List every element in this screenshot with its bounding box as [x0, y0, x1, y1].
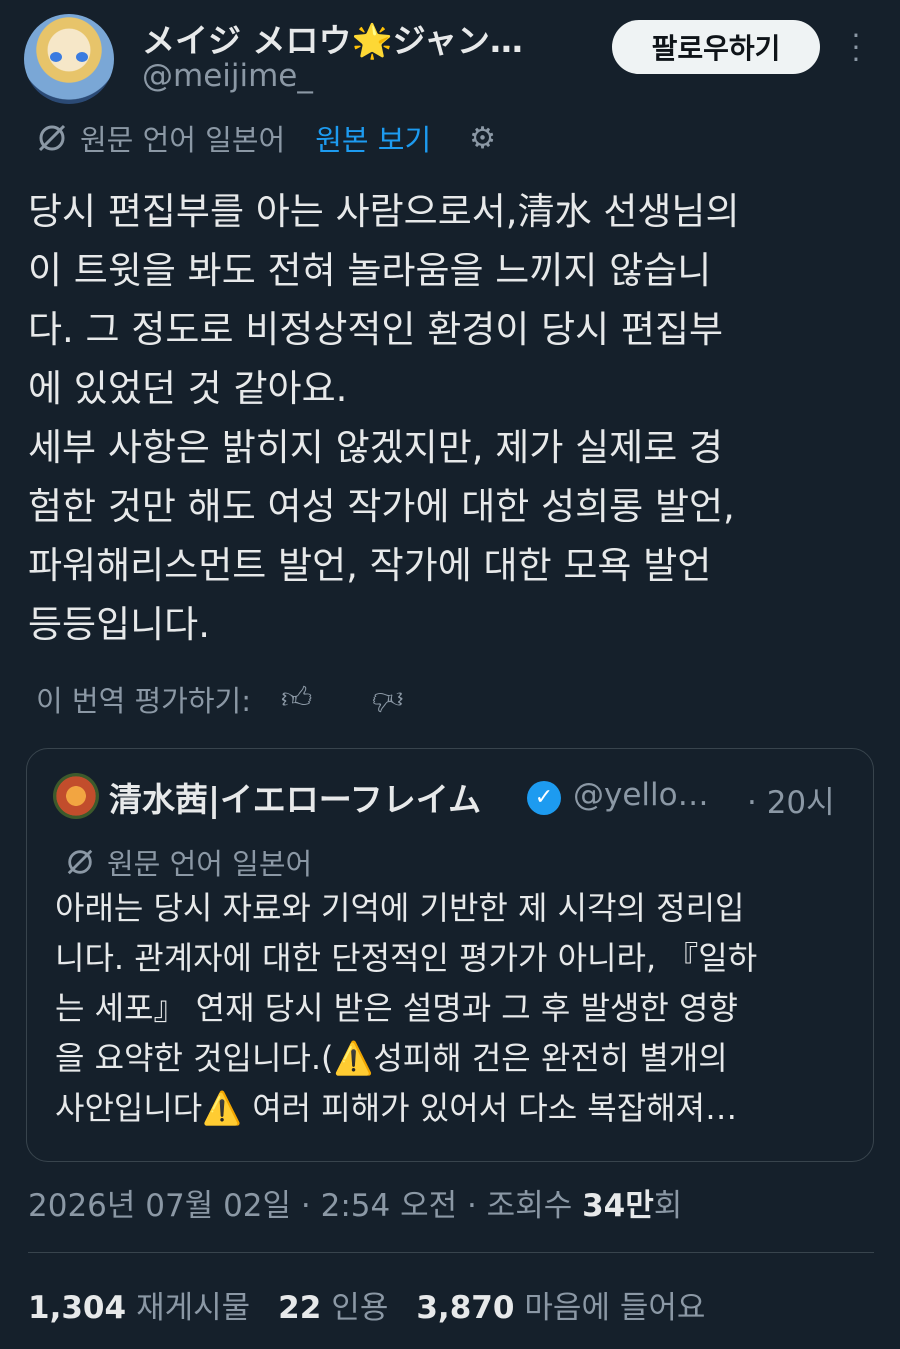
tweet-text: 당시 편집부를 아는 사람으로서,清水 선생님의 이 트윗을 봐도 전혀 놀라움…	[28, 190, 740, 646]
quote-author-name: 清水茜|イエローフレイム	[109, 780, 482, 819]
quotes-label: 인용	[331, 1290, 389, 1326]
engagement-stats: 1,304 재게시물 22 인용 3,870 마음에 들어요	[28, 1282, 705, 1327]
quote-source-language: 원문 언어 일본어	[107, 847, 313, 881]
quotes-stat[interactable]: 22 인용	[278, 1282, 388, 1327]
quote-author-avatar	[53, 773, 99, 819]
tweet-datetime[interactable]: 2026년 07월 02일 · 2:54 오전 · 조회수	[28, 1188, 582, 1224]
retweets-stat[interactable]: 1,304 재게시물	[28, 1282, 250, 1327]
author-display-name[interactable]: メイジ メロウ🌟ジャン…	[142, 14, 523, 62]
divider	[28, 1252, 874, 1253]
avatar-eye	[50, 52, 62, 62]
follow-button[interactable]: 팔로우하기	[612, 20, 820, 74]
quotes-count: 22	[278, 1290, 322, 1326]
author-handle[interactable]: @meijime_	[142, 58, 313, 94]
quoted-tweet[interactable]: 清水茜|イエローフレイム ✓ @yello… · 20시 원문 언어 일본어 아…	[26, 748, 874, 1162]
gear-icon[interactable]: ⚙	[469, 121, 496, 156]
rate-translation-label: 이 번역 평가하기:	[36, 684, 251, 718]
likes-count: 3,870	[416, 1290, 515, 1326]
likes-label: 마음에 들어요	[524, 1290, 706, 1326]
quote-text: 아래는 당시 자료와 기억에 기반한 제 시각의 정리입 니다. 관계자에 대한…	[55, 889, 758, 1127]
author-avatar[interactable]	[24, 14, 114, 104]
rate-translation-row: 이 번역 평가하기: 👍︎ 👍︎	[36, 678, 404, 720]
quote-author-handle: @yello…	[573, 777, 709, 813]
view-count: 34만	[582, 1188, 654, 1224]
quote-timestamp: · 20시	[747, 785, 835, 821]
thumbs-down-icon[interactable]: 👍︎	[372, 681, 403, 717]
show-original-link[interactable]: 원본 보기	[315, 117, 431, 159]
retweets-count: 1,304	[28, 1290, 127, 1326]
avatar-eye	[76, 52, 88, 62]
verified-badge-icon: ✓	[527, 781, 561, 815]
view-count-suffix: 회	[653, 1188, 683, 1224]
retweets-label: 재게시물	[136, 1290, 251, 1326]
translate-icon	[67, 849, 93, 875]
translation-row: 원문 언어 일본어 원본 보기 ⚙	[36, 118, 496, 158]
quote-translation-row: 원문 언어 일본어	[65, 841, 312, 883]
thumbs-up-icon[interactable]: 👍︎	[281, 681, 312, 717]
source-language-label: 원문 언어 일본어	[80, 123, 286, 157]
tweet-meta: 2026년 07월 02일 · 2:54 오전 · 조회수 34만회	[28, 1180, 682, 1225]
likes-stat[interactable]: 3,870 마음에 들어요	[416, 1282, 705, 1327]
translate-icon	[38, 124, 66, 152]
more-vertical-icon[interactable]: · · ·	[846, 22, 866, 74]
